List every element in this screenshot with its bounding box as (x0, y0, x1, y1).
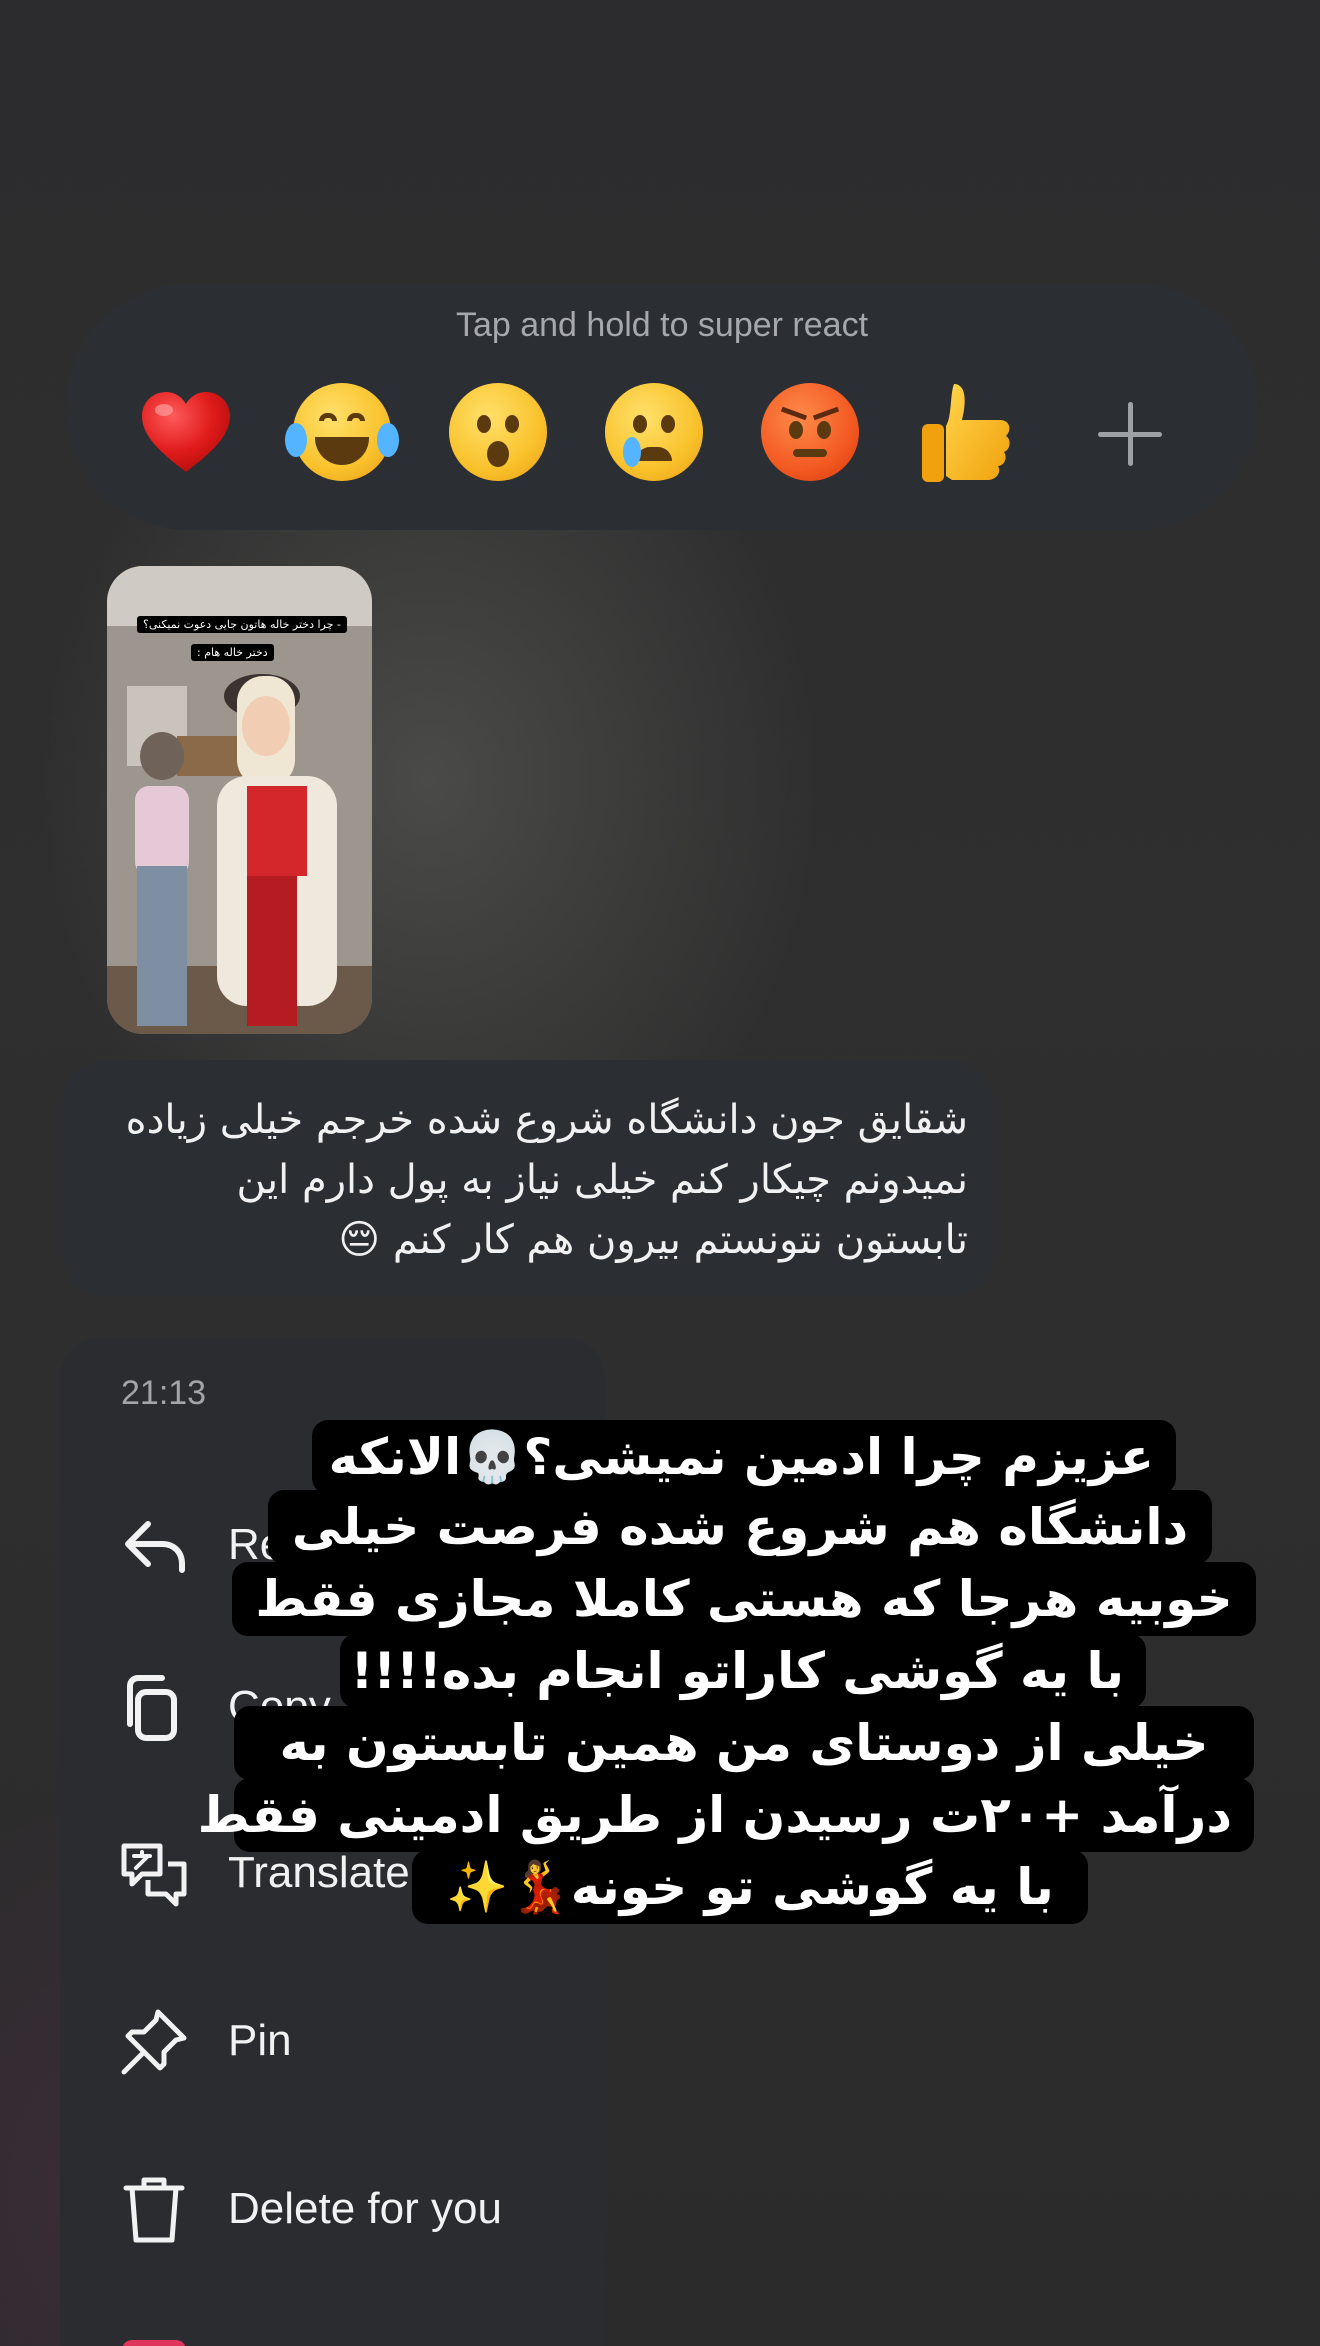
thumbs-up-icon (922, 384, 1010, 482)
overlay-line: خوبیه هرجا که هستی کاملا مجازی فقط (232, 1562, 1256, 1636)
incoming-text-message[interactable]: شقایق جون دانشگاه شروع شده خرجم خیلی زیا… (62, 1060, 994, 1296)
surprised-icon (449, 383, 547, 481)
more-reactions-plus-icon[interactable] (1098, 402, 1162, 466)
reel-caption-answer: دختر خاله هام : (191, 644, 274, 661)
tears-of-joy-icon (285, 383, 399, 481)
red-heart-icon (142, 392, 230, 472)
overlay-line: دانشگاه هم شروع شده فرصت خیلی (268, 1490, 1212, 1564)
super-react-hint: Tap and hold to super react (455, 306, 869, 344)
menu-item-label: Delete for you (228, 2184, 502, 2233)
reel-preview-image (107, 566, 372, 1034)
trash-icon (123, 2177, 185, 2243)
message-timestamp: 21:13 (121, 1374, 207, 1412)
overlay-line: عزیزم چرا ادمین نمیشی؟💀الانکه (312, 1420, 1176, 1494)
reel-caption-question: - چرا دختر خاله هاتون جایی دعوت نمیکنی؟ (137, 616, 347, 633)
overlay-line: با یه گوشی تو خونه💃✨ (412, 1850, 1088, 1924)
copy-icon (127, 1675, 177, 1741)
angry-icon (761, 383, 859, 481)
pin-icon (121, 2009, 187, 2075)
overlay-story-text: عزیزم چرا ادمین نمیشی؟💀الانکه دانشگاه هم… (198, 1420, 1260, 1960)
reaction-surprised[interactable] (438, 372, 558, 492)
overlay-line: خیلی از دوستای من همین تابستون به (234, 1706, 1254, 1780)
reaction-emoji-row (66, 372, 1258, 492)
shared-reel-thumbnail[interactable]: - چرا دختر خاله هاتون جایی دعوت نمیکنی؟ … (107, 566, 372, 1034)
translate-icon (121, 1843, 187, 1907)
reaction-tears-of-joy[interactable] (282, 372, 402, 492)
menu-item-pin[interactable]: Pin (60, 1982, 605, 2102)
menu-item-delete-for-you[interactable]: Delete for you (60, 2150, 605, 2270)
reaction-crying[interactable] (594, 372, 714, 492)
overlay-line: درآمد +۲۰ت رسیدن از طریق ادمینی فقط (198, 1778, 1254, 1852)
reaction-bar: Tap and hold to super react (66, 284, 1258, 530)
reaction-thumbs-up[interactable] (906, 372, 1026, 492)
reaction-angry[interactable] (750, 372, 870, 492)
crying-icon (605, 383, 703, 481)
message-text: شقایق جون دانشگاه شروع شده خرجم خیلی زیا… (125, 1097, 968, 1263)
report-icon[interactable] (122, 2340, 186, 2346)
overlay-line: با یه گوشی کاراتو انجام بده!!!! (340, 1634, 1146, 1708)
reaction-red-heart[interactable] (126, 372, 246, 492)
reply-icon (125, 1521, 185, 1573)
menu-item-label: Pin (228, 2016, 292, 2065)
